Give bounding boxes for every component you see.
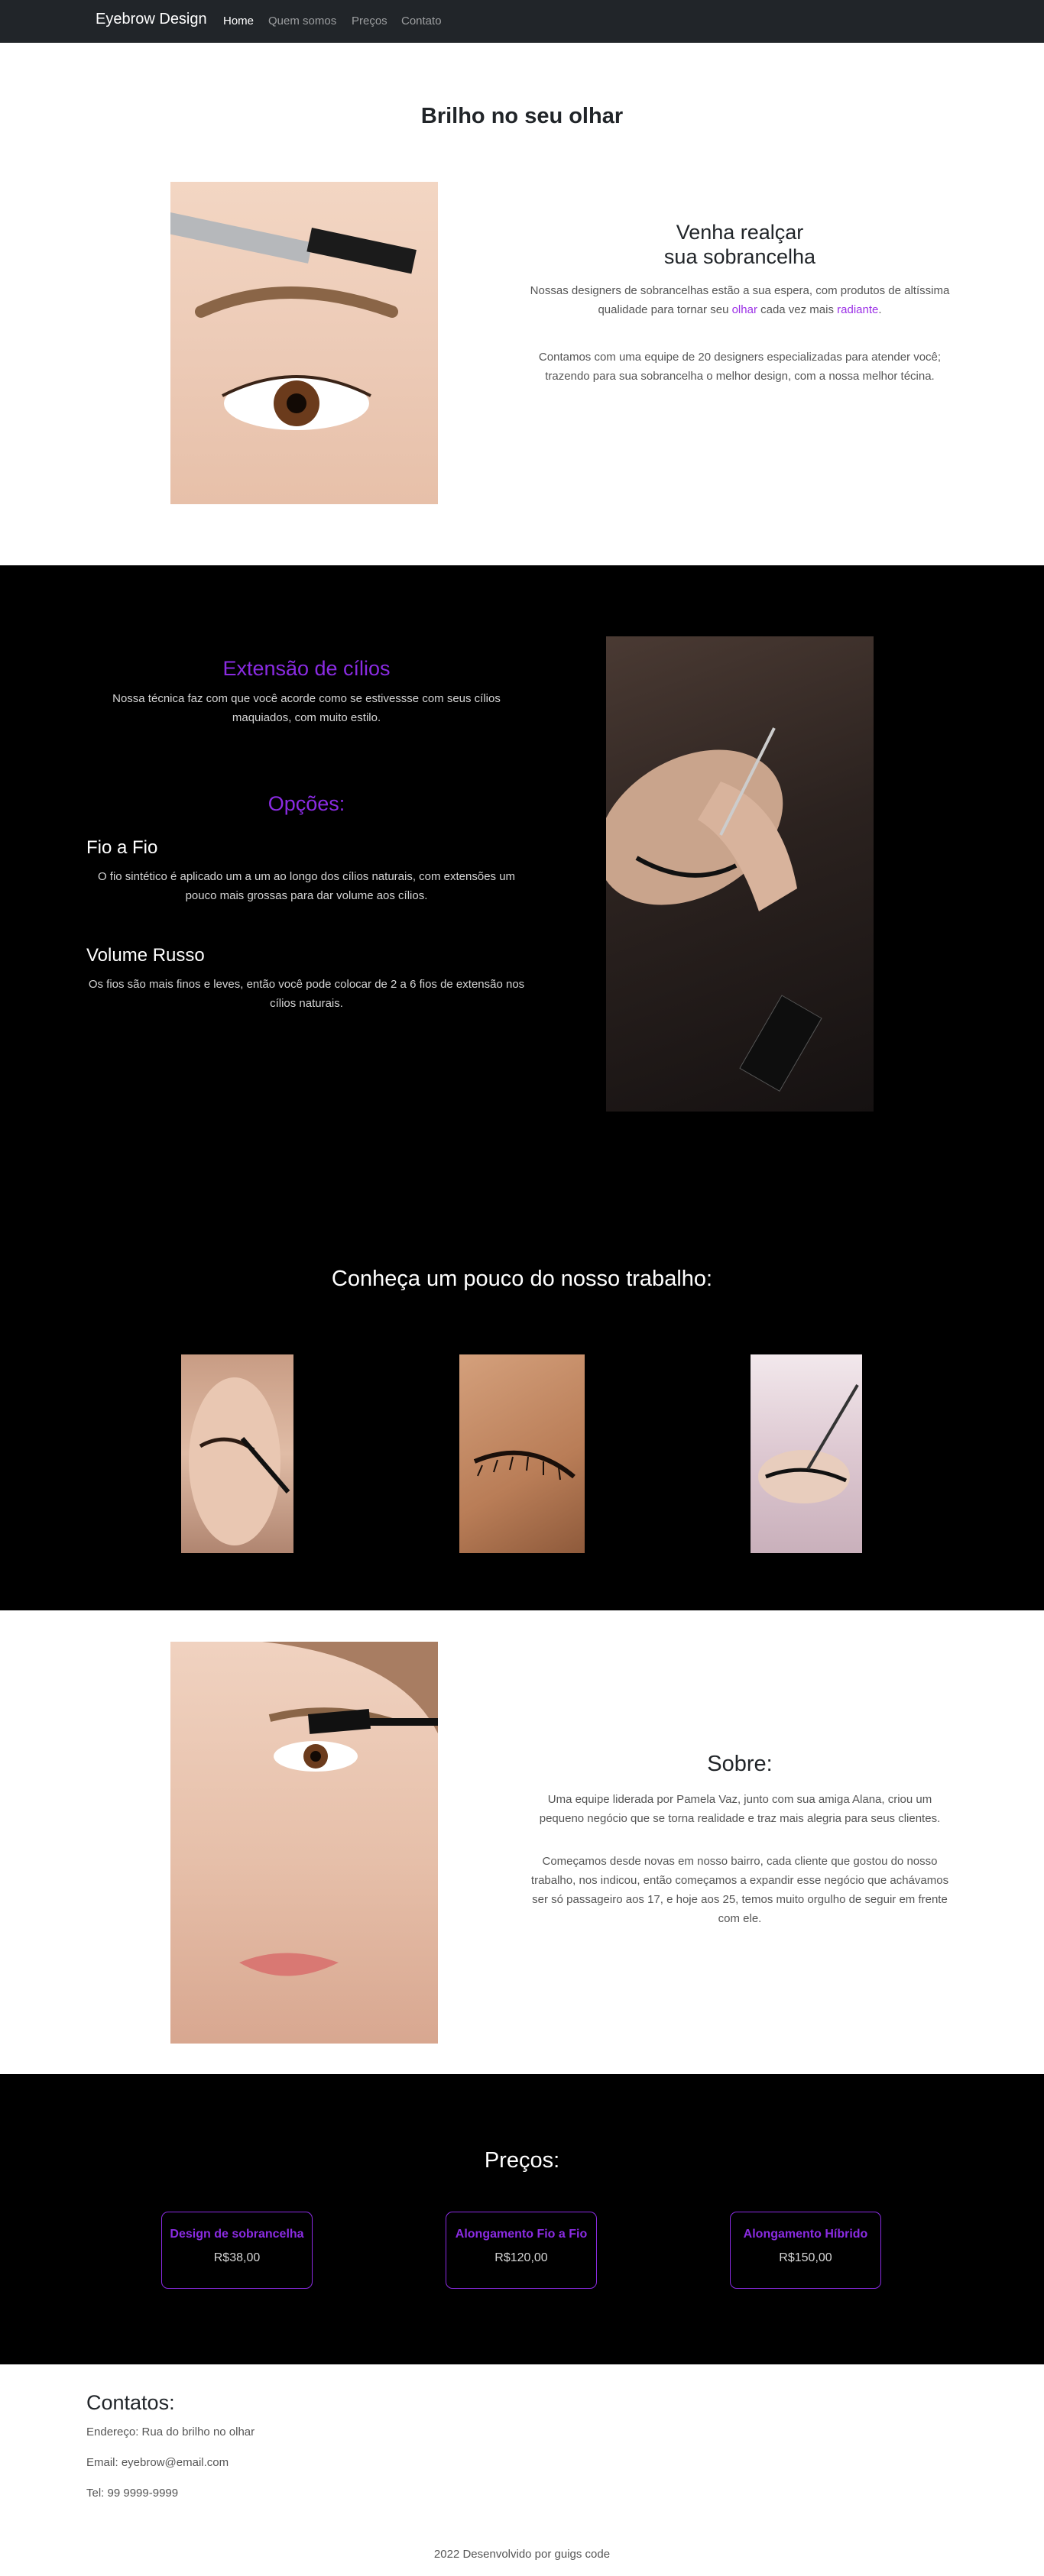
lashes-title: Extensão de cílios [222, 657, 391, 680]
footer-credit: 2022 Desenvolvido por guigs code [433, 2548, 611, 2561]
prices-title: Preços: [484, 2148, 560, 2173]
contact-phone: Tel: 99 9999-9999 [86, 2487, 179, 2500]
price-value: R$120,00 [494, 2251, 548, 2264]
hero-heading: Venha realçar sua sobrancelha [520, 220, 960, 269]
navbar: Eyebrow Design Home Quem somos Preços Co… [0, 0, 1044, 43]
contacts-title: Contatos: [86, 2391, 175, 2414]
contact-email: Email: eyebrow@email.com [86, 2456, 229, 2469]
lash-application-photo [606, 636, 874, 1112]
hero-p1-text-3: . [878, 303, 882, 316]
price-card-hibrido: Alongamento Híbrido R$150,00 [730, 2212, 881, 2289]
price-name: Alongamento Híbrido [743, 2228, 868, 2241]
nav-link-quem-somos[interactable]: Quem somos [268, 15, 336, 28]
option-volume-russo-text: Os fios são mais finos e leves, então vo… [88, 978, 525, 1010]
eyebrow-brush-photo [170, 182, 438, 504]
nav-link-contato[interactable]: Contato [401, 15, 442, 28]
lashes-intro: Nossa técnica faz com que você acorde co… [112, 692, 501, 724]
mascara-model-photo [170, 1642, 438, 2044]
price-value: R$38,00 [213, 2251, 261, 2264]
option-fio-a-fio-title: Fio a Fio [86, 837, 158, 858]
highlight-radiante: radiante [837, 303, 879, 316]
about-title: Sobre: [707, 1752, 773, 1776]
about-paragraph-1: Uma equipe liderada por Pamela Vaz, junt… [539, 1793, 941, 1825]
option-fio-a-fio-text: O fio sintético é aplicado um a um ao lo… [97, 870, 516, 902]
gallery-photo-closed-eye [459, 1354, 585, 1553]
gallery-photo-mascara [181, 1354, 293, 1553]
price-card-design-sobrancelha: Design de sobrancelha R$38,00 [161, 2212, 313, 2289]
hero-paragraph-1: Nossas designers de sobrancelhas estão a… [527, 281, 952, 319]
gallery-photo-lash-tweezers [751, 1354, 862, 1553]
hero-title: Brilho no seu olhar [420, 104, 624, 128]
price-name: Design de sobrancelha [170, 2228, 304, 2241]
hero-paragraph-2: Contamos com uma equipe de 20 designers … [538, 351, 942, 383]
hero-heading-line1: Venha realçar [676, 221, 804, 244]
hero-p1-text-2: cada vez mais [757, 303, 838, 316]
highlight-olhar: olhar [731, 303, 757, 316]
work-title: Conheça um pouco do nosso trabalho: [331, 1267, 713, 1291]
price-card-fio-a-fio: Alongamento Fio a Fio R$120,00 [446, 2212, 597, 2289]
contact-address: Endereço: Rua do brilho no olhar [86, 2426, 255, 2438]
price-value: R$150,00 [779, 2251, 832, 2264]
brand-link[interactable]: Eyebrow Design [96, 11, 207, 28]
option-volume-russo-title: Volume Russo [86, 945, 205, 966]
nav-link-precos[interactable]: Preços [352, 15, 387, 28]
options-title: Opções: [267, 792, 345, 815]
price-name: Alongamento Fio a Fio [455, 2228, 588, 2241]
about-paragraph-2: Começamos desde novas em nosso bairro, c… [530, 1855, 949, 1925]
nav-link-home[interactable]: Home [223, 15, 254, 28]
hero-heading-line2: sua sobrancelha [663, 245, 816, 268]
